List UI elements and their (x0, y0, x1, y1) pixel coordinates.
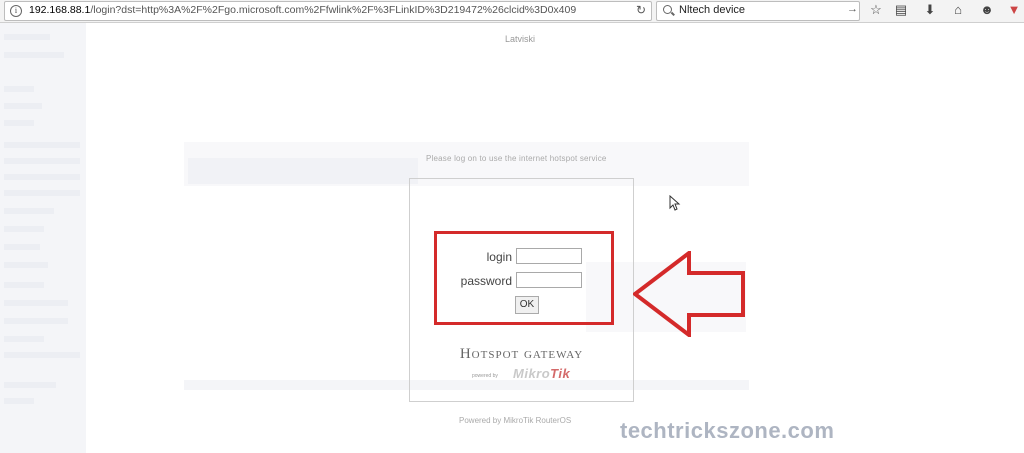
ghost-line (4, 282, 44, 288)
ghost-line (4, 158, 80, 164)
bookmark-star-icon[interactable]: ☆ (867, 2, 885, 18)
brand-prefix: Hotspot gateway (459, 346, 584, 362)
url-text[interactable]: 192.168.88.1/login?dst=http%3A%2F%2Fgo.m… (29, 4, 576, 16)
go-arrow-icon[interactable]: → (847, 3, 858, 15)
info-icon[interactable]: i (10, 5, 22, 17)
ghost-line (4, 190, 80, 196)
chat-icon[interactable]: ☻ (978, 2, 996, 18)
address-bar[interactable]: i 192.168.88.1/login?dst=http%3A%2F%2Fgo… (4, 1, 652, 21)
search-icon (663, 5, 672, 14)
ghost-line (4, 120, 34, 126)
ghost-line (4, 208, 54, 214)
ghost-line (4, 142, 80, 148)
reading-list-icon[interactable]: ▤ (892, 2, 910, 18)
home-icon[interactable]: ⌂ (949, 2, 967, 18)
language-link[interactable]: Latviski (505, 34, 535, 44)
ghost-line (4, 103, 42, 109)
pocket-icon[interactable]: ▼ (1005, 2, 1023, 18)
mikrotik-logo-a: Mikro (513, 366, 551, 381)
search-bar[interactable]: Nltech device → (656, 1, 860, 21)
download-icon[interactable]: ⬇ (921, 2, 939, 18)
routeros-footer: Powered by MikroTik RouterOS (459, 416, 572, 425)
mikrotik-logo: MikroTik (513, 366, 570, 381)
reload-icon[interactable]: ↻ (636, 3, 646, 17)
ghost-line (4, 244, 40, 250)
ghost-line (4, 318, 68, 324)
browser-toolbar: i 192.168.88.1/login?dst=http%3A%2F%2Fgo… (0, 0, 1024, 23)
powered-by-small: powered by (472, 373, 498, 379)
ghost-line (4, 34, 50, 40)
url-host: 192.168.88.1 (29, 4, 91, 16)
ghost-line (4, 336, 44, 342)
hotspot-gateway-title: Hotspot gateway (409, 346, 634, 363)
ghost-header-icons (188, 158, 418, 184)
ghost-line (4, 300, 68, 306)
ghost-line (4, 52, 64, 58)
pointing-arrow-icon (633, 251, 745, 337)
ghost-line (4, 174, 80, 180)
mikrotik-logo-b: Tik (550, 366, 571, 381)
ghost-line (4, 352, 80, 358)
ghost-line (4, 86, 34, 92)
url-path: /login?dst=http%3A%2F%2Fgo.microsoft.com… (90, 4, 577, 16)
login-instruction: Please log on to use the internet hotspo… (426, 154, 607, 163)
watermark: techtrickszone.com (620, 418, 835, 443)
search-input[interactable]: Nltech device (679, 4, 745, 16)
mouse-cursor-icon (669, 195, 681, 211)
ghost-line (4, 382, 56, 388)
ghost-line (4, 262, 48, 268)
ghost-line (4, 226, 44, 232)
ghost-line (4, 398, 34, 404)
login-highlight-box (434, 231, 614, 325)
